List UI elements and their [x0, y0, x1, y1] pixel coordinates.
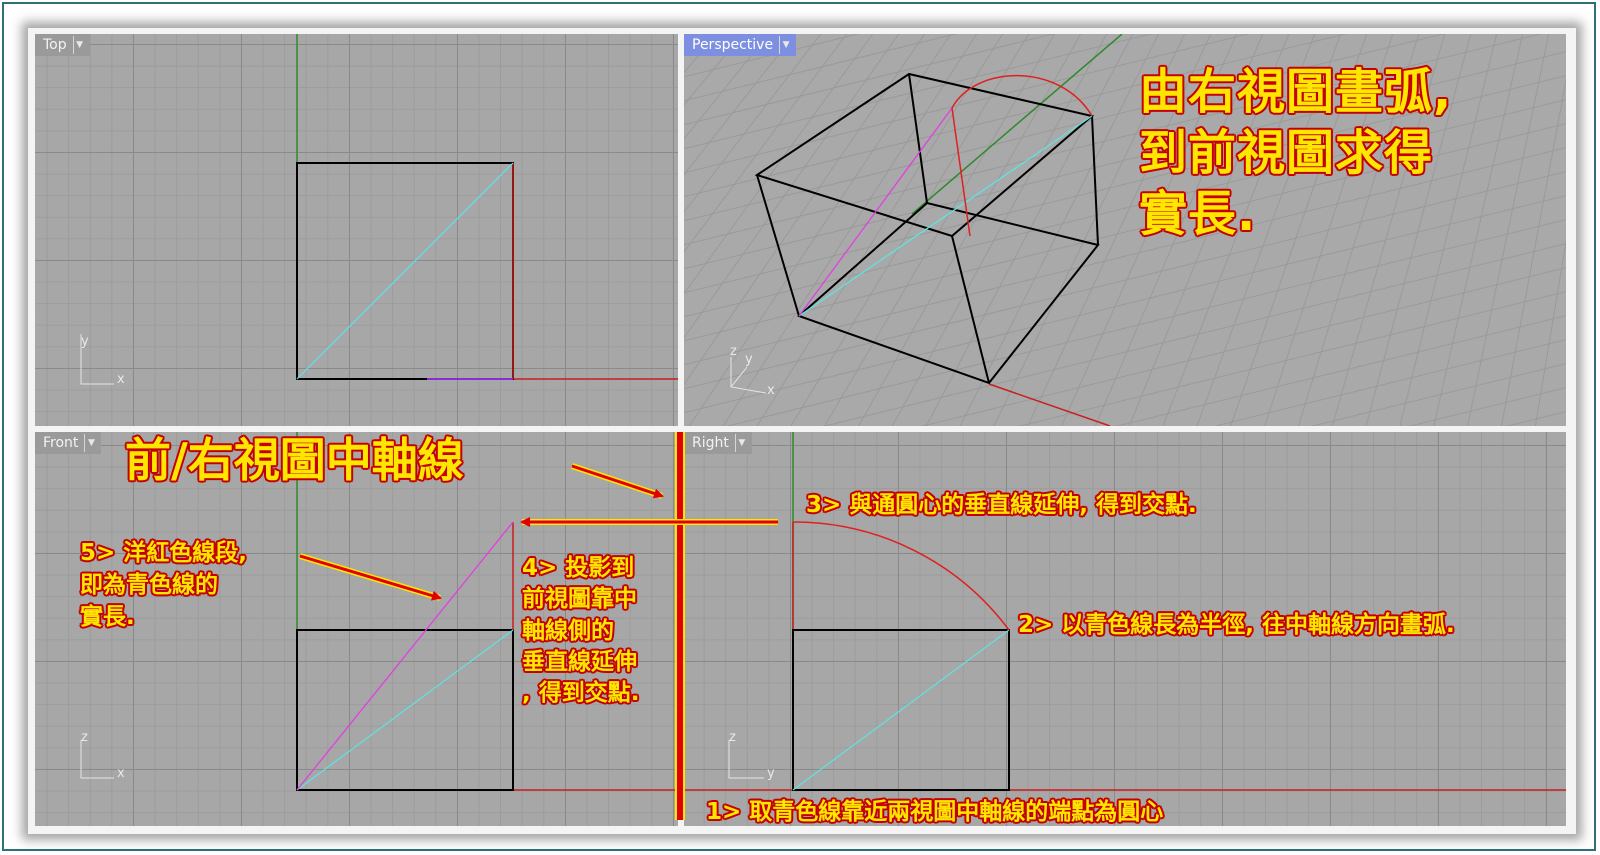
title-line: 實長.	[1139, 185, 1257, 242]
title-line: 由右視圖畫弧,	[1139, 64, 1453, 120]
step5-line: 實長.	[80, 604, 135, 631]
step5-note: 5> 洋紅色線段, 即為青色線的 實長.	[80, 537, 247, 634]
cyan-diagonal	[792, 629, 1010, 791]
title-line: 到前視圖求得	[1139, 124, 1434, 181]
step4-line: 垂直線延伸	[522, 648, 637, 675]
center-axis-label: 前/右視圖中軸線	[125, 433, 464, 487]
red-axis-line	[988, 383, 1111, 426]
magenta-line	[798, 107, 953, 317]
step4-line: , 得到交點.	[522, 680, 640, 707]
step3-note: 3> 與通圓心的垂直線延伸, 得到交點.	[806, 492, 1197, 518]
cyan-diagonal	[296, 629, 514, 791]
step4-line: 前視圖靠中	[522, 586, 637, 613]
step4-line: 4> 投影到	[522, 555, 635, 581]
axis-y-label: y	[81, 334, 89, 349]
step2-note: 2> 以青色線長為半徑, 往中軸線方向畫弧.	[1018, 612, 1455, 638]
green-axis-line	[911, 34, 1123, 215]
step5-line: 5> 洋紅色線段,	[80, 540, 248, 566]
title-note: 由右視圖畫弧, 到前視圖求得 實長.	[1139, 62, 1452, 245]
arrow-center-axis	[571, 463, 664, 499]
axis-indicator-icon	[728, 740, 764, 779]
axis-z-label: z	[81, 730, 88, 745]
step5-line: 即為青色線的	[80, 572, 218, 599]
axis-x-label: x	[767, 383, 775, 398]
axis-y-label: y	[745, 352, 753, 367]
step4-line: 軸線側的	[522, 617, 614, 644]
axis-z-label: z	[730, 344, 737, 359]
axis-y-label: y	[767, 766, 775, 781]
top-view-geometry: y x	[80, 34, 678, 387]
perspective-geometry: z y x	[730, 34, 1123, 426]
red-vertical	[951, 107, 971, 237]
red-arc	[792, 521, 1010, 631]
step4-note: 4> 投影到 前視圖靠中 軸線側的 垂直線延伸 , 得到交點.	[522, 553, 639, 709]
cyan-diagonal	[296, 162, 514, 380]
red-arc	[951, 74, 1093, 117]
cyan-diagonal	[798, 115, 1093, 317]
axis-indicator-icon	[80, 740, 114, 779]
axis-z-label: z	[729, 730, 736, 745]
step1-note: 1> 取青色線靠近兩視圖中軸線的端點為圓心	[706, 799, 1164, 825]
axis-x-label: x	[117, 766, 125, 781]
arrow-magenta	[299, 553, 442, 601]
axis-x-label: x	[117, 372, 125, 387]
